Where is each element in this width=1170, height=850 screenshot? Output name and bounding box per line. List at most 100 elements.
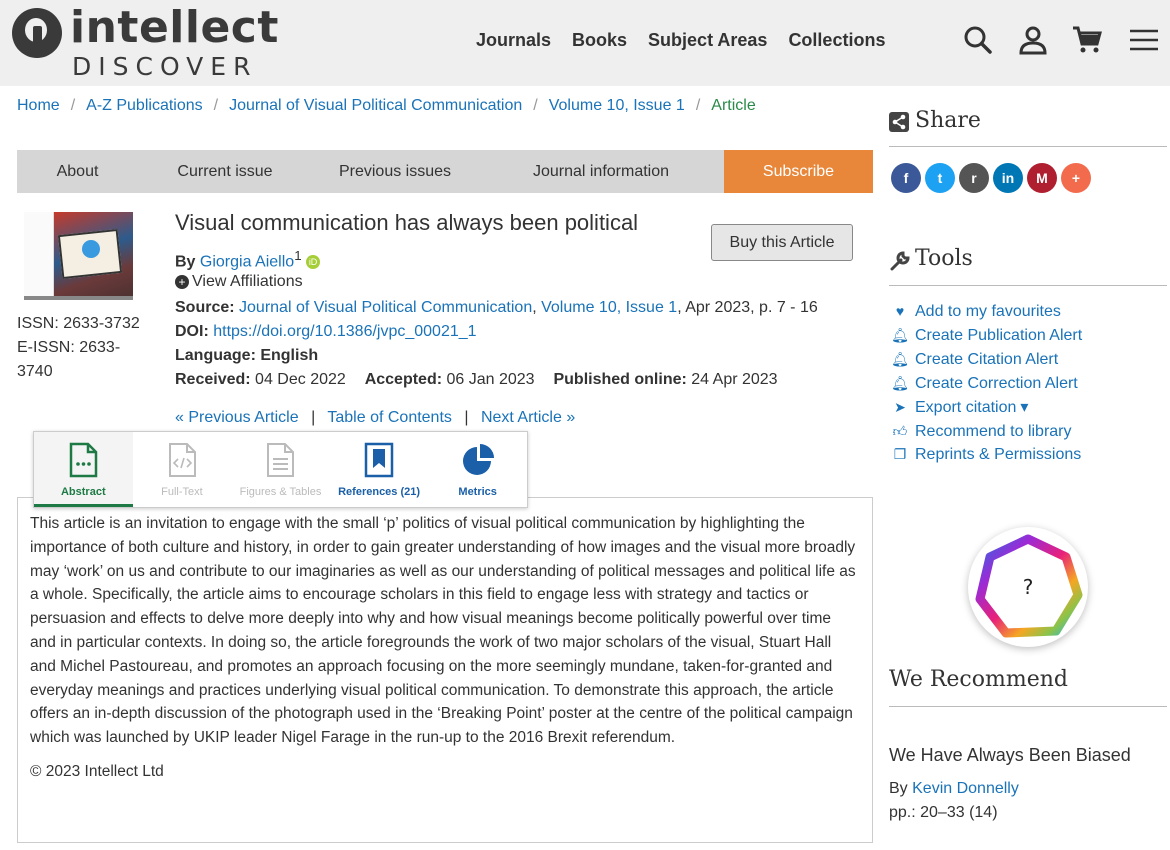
- abstract-text: This article is an invitation to engage …: [30, 515, 856, 747]
- doi-line: DOI: https://doi.org/10.1386/jvpc_00021_…: [175, 323, 477, 341]
- recommended-title[interactable]: We Have Always Been Biased: [889, 745, 1131, 766]
- tool-reprints-permissions[interactable]: ❐ Reprints & Permissions: [891, 443, 1082, 467]
- reddit-share-icon[interactable]: r: [959, 163, 989, 193]
- tab-previous-issues[interactable]: Previous issues: [312, 150, 478, 193]
- tool-correction-alert[interactable]: 🔔︎ Create Correction Alert: [891, 372, 1082, 396]
- bookmark-icon: [364, 442, 394, 478]
- bell-icon: 🔔︎: [891, 374, 909, 391]
- mendeley-share-icon[interactable]: M: [1027, 163, 1057, 193]
- logo-word: intellect: [70, 2, 279, 53]
- published-label: Published online:: [553, 371, 687, 388]
- tab-full-text-label: Full-Text: [161, 486, 203, 498]
- cart-icon[interactable]: [1071, 24, 1103, 56]
- received-label: Received:: [175, 371, 251, 388]
- next-article-link[interactable]: Next Article »: [481, 409, 575, 426]
- subscribe-button[interactable]: Subscribe: [724, 150, 873, 193]
- menu-icon[interactable]: [1128, 24, 1160, 56]
- cover-globe: [82, 240, 100, 258]
- altmetric-badge[interactable]: ?: [968, 527, 1088, 647]
- eissn-line2: 3740: [17, 363, 53, 380]
- recommended-author-link[interactable]: Kevin Donnelly: [912, 780, 1019, 797]
- tab-references[interactable]: References (21): [330, 432, 429, 507]
- logo-subtitle: DISCOVER: [72, 52, 258, 81]
- nav-collections[interactable]: Collections: [788, 30, 885, 51]
- altmetric-donut-icon: ?: [975, 534, 1083, 638]
- rec-by-label: By: [889, 780, 908, 797]
- tab-abstract[interactable]: Abstract: [34, 432, 133, 507]
- wrench-icon: [890, 251, 910, 271]
- tab-current-issue[interactable]: Current issue: [138, 150, 312, 193]
- logo-mark-icon: [12, 8, 62, 58]
- intellect-discover-logo[interactable]: intellect DISCOVER: [12, 2, 278, 81]
- cover-spine: [24, 212, 54, 300]
- breadcrumb-journal[interactable]: Journal of Visual Political Communicatio…: [229, 97, 522, 115]
- journal-cover-image[interactable]: [24, 212, 133, 300]
- recommended-byline: By Kevin Donnelly: [889, 780, 1019, 798]
- journal-tabs: About Current issue Previous issues Jour…: [17, 150, 873, 193]
- breadcrumb-issue[interactable]: Volume 10, Issue 1: [549, 97, 685, 115]
- breadcrumb-az-publications[interactable]: A-Z Publications: [86, 97, 203, 115]
- tool-label[interactable]: Create Correction Alert: [915, 372, 1078, 396]
- source-date-pages: , Apr 2023, p. 7 - 16: [677, 299, 818, 316]
- facebook-share-icon[interactable]: f: [891, 163, 921, 193]
- copy-icon: ❐: [893, 446, 907, 463]
- share-divider: [889, 146, 1167, 147]
- tool-export-citation[interactable]: ➤ Export citation ▾: [891, 396, 1082, 420]
- view-affiliations-label: View Affiliations: [192, 273, 303, 290]
- author-link[interactable]: Giorgia Aiello: [200, 253, 294, 270]
- nav-subject-areas[interactable]: Subject Areas: [648, 30, 767, 51]
- linkedin-share-icon[interactable]: in: [993, 163, 1023, 193]
- published-date: 24 Apr 2023: [691, 371, 778, 388]
- breadcrumb-home[interactable]: Home: [17, 97, 60, 115]
- nav-journals[interactable]: Journals: [476, 30, 551, 51]
- source-label: Source:: [175, 299, 235, 316]
- tool-label[interactable]: Create Publication Alert: [915, 324, 1082, 348]
- chevron-down-icon[interactable]: ▾: [1020, 396, 1028, 420]
- list-document-icon: [267, 443, 295, 477]
- buy-article-button[interactable]: Buy this Article: [711, 224, 853, 261]
- tool-label[interactable]: Reprints & Permissions: [915, 443, 1081, 467]
- breadcrumb-separator: /: [533, 97, 538, 114]
- recommended-pages: pp.: 20–33 (14): [889, 804, 998, 821]
- plus-circle-icon: +: [175, 274, 189, 289]
- orcid-icon[interactable]: iD: [306, 255, 321, 270]
- source-journal-link[interactable]: Journal of Visual Political Communicatio…: [239, 299, 532, 316]
- doi-link[interactable]: https://doi.org/10.1386/jvpc_00021_1: [213, 323, 476, 340]
- tool-label[interactable]: Export citation: [915, 396, 1016, 420]
- tool-label[interactable]: Add to my favourites: [915, 300, 1061, 324]
- user-icon[interactable]: [1017, 24, 1049, 56]
- search-icon[interactable]: [962, 24, 994, 56]
- accepted-label: Accepted:: [364, 371, 443, 388]
- article-nav-separator: |: [311, 409, 316, 426]
- twitter-share-icon[interactable]: t: [925, 163, 955, 193]
- previous-article-link[interactable]: « Previous Article: [175, 409, 299, 426]
- article-title: Visual communication has always been pol…: [175, 210, 639, 235]
- language-line: Language: English: [175, 347, 319, 364]
- tab-metrics[interactable]: Metrics: [428, 432, 527, 507]
- author-line: By Giorgia Aiello1 iD: [175, 248, 321, 271]
- tab-abstract-label: Abstract: [60, 486, 106, 498]
- more-share-icon[interactable]: +: [1061, 163, 1091, 193]
- dates-line: Received: 04 Dec 2022 Accepted: 06 Jan 2…: [175, 371, 778, 389]
- source-issue-link[interactable]: Volume 10, Issue 1: [541, 299, 677, 316]
- tab-about[interactable]: About: [17, 150, 138, 193]
- tool-add-favourites[interactable]: ♥ Add to my favourites: [891, 300, 1082, 324]
- tab-metrics-label: Metrics: [458, 486, 497, 498]
- send-icon: ➤: [894, 398, 906, 415]
- tool-publication-alert[interactable]: 🔔︎ Create Publication Alert: [891, 324, 1082, 348]
- share-icon: [889, 112, 909, 132]
- view-affiliations[interactable]: + View Affiliations: [175, 273, 303, 291]
- tab-references-label: References (21): [338, 486, 421, 498]
- tool-label[interactable]: Create Citation Alert: [915, 348, 1058, 372]
- pie-chart-icon: [462, 444, 494, 475]
- main-nav: Journals Books Subject Areas Collections: [476, 30, 885, 51]
- tool-citation-alert[interactable]: 🔔︎ Create Citation Alert: [891, 348, 1082, 372]
- breadcrumb: Home / A-Z Publications / Journal of Vis…: [17, 97, 756, 115]
- tool-label[interactable]: Recommend to library: [915, 420, 1072, 444]
- nav-books[interactable]: Books: [572, 30, 627, 51]
- thumbs-up-icon: 👍︎: [892, 422, 908, 439]
- tab-journal-information[interactable]: Journal information: [478, 150, 724, 193]
- table-of-contents-link[interactable]: Table of Contents: [327, 409, 452, 426]
- doi-label: DOI:: [175, 323, 209, 340]
- tool-recommend-library[interactable]: 👍︎ Recommend to library: [891, 420, 1082, 444]
